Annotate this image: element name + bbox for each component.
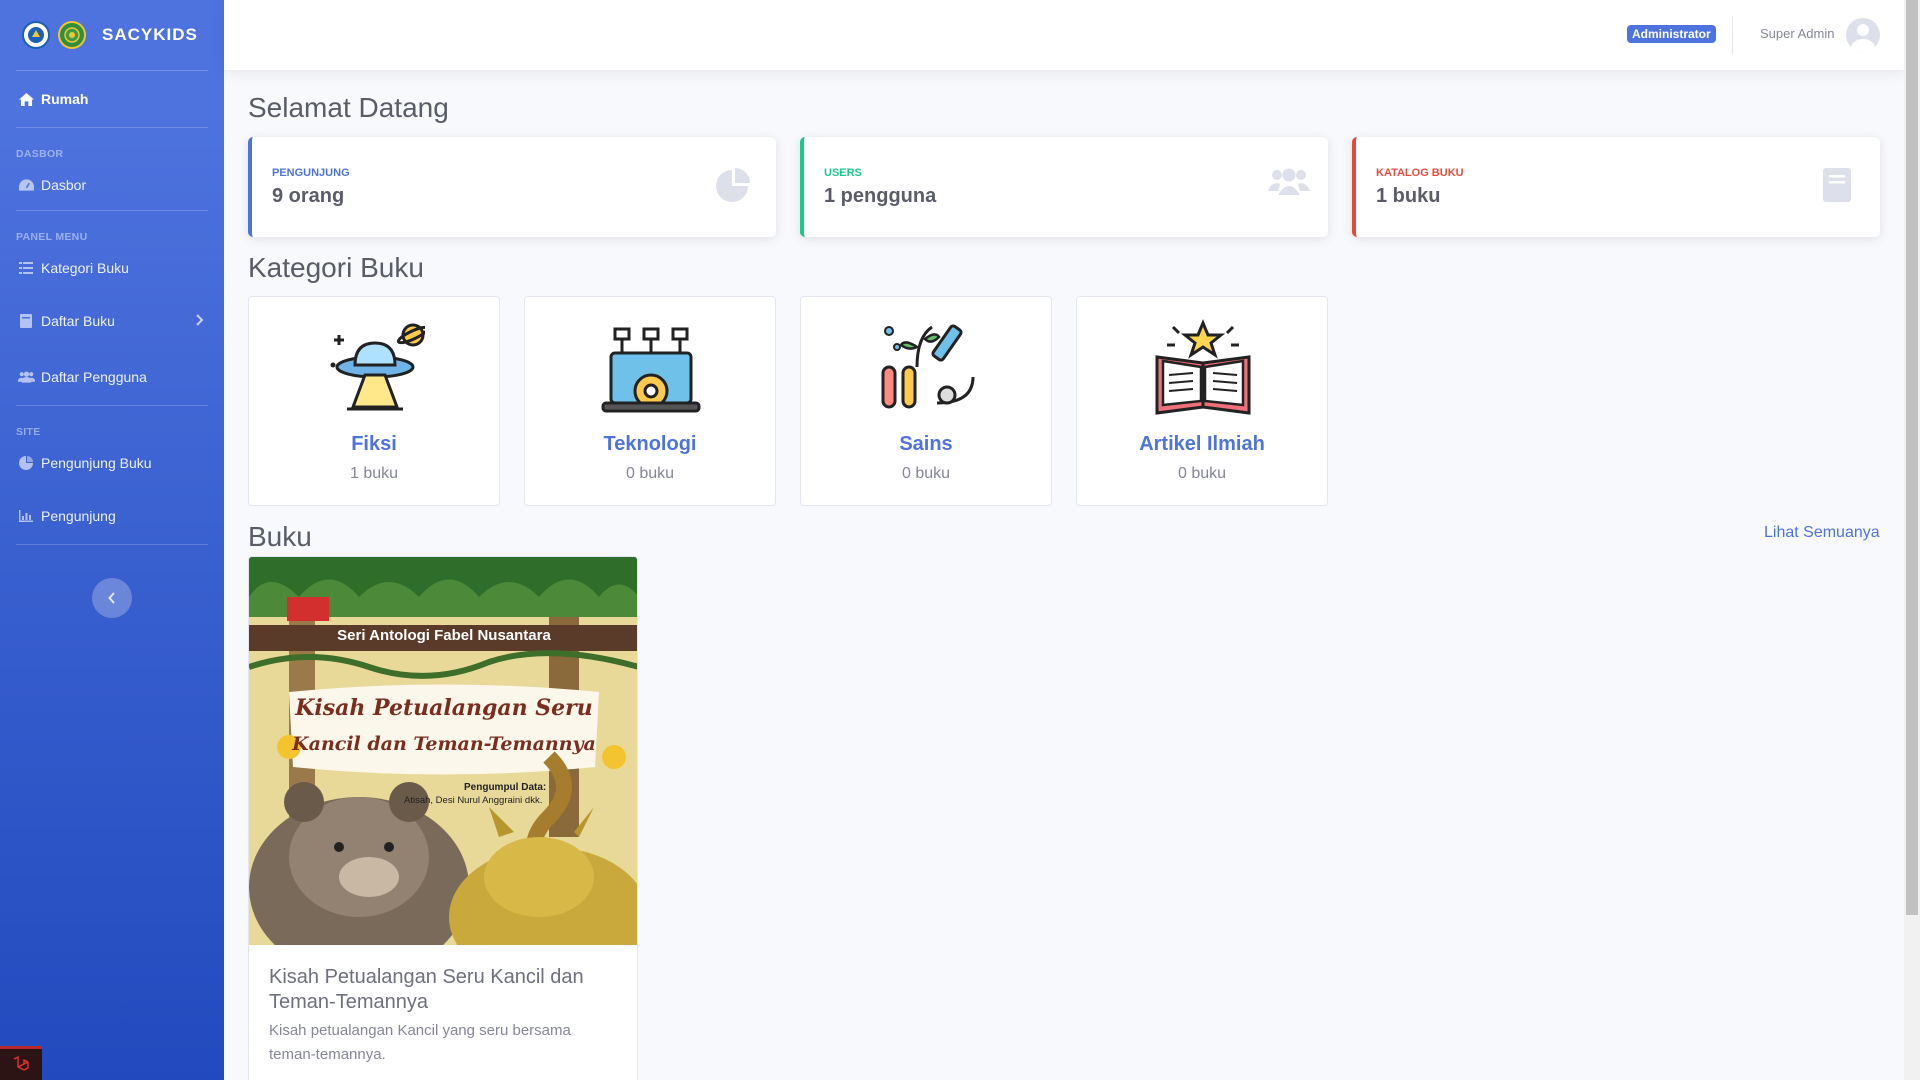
sidebar-item-daftar-buku[interactable]: Daftar Buku: [0, 293, 224, 349]
kemendikbud-logo-icon: [22, 21, 50, 49]
stat-label: PENGUNJUNG: [272, 167, 350, 179]
stat-value: 1 buku: [1376, 185, 1441, 207]
sidebar-divider: [16, 544, 208, 545]
avatar[interactable]: [1846, 18, 1880, 52]
sidebar-item-kategori-buku[interactable]: Kategori Buku: [0, 243, 224, 293]
stat-value: 1 pengguna: [824, 185, 937, 207]
category-count: 0 buku: [625, 465, 675, 482]
sidebar-item-label: Pengunjung: [41, 508, 116, 524]
pie-chart-icon: [716, 167, 756, 207]
stat-value: 9 orang: [272, 185, 345, 207]
cover-title-line1: Kisah Petualangan Seru: [295, 695, 593, 721]
book-description: Kisah petualangan Kancil yang seru bersa…: [269, 1022, 571, 1063]
role-badge: Administrator: [1627, 25, 1716, 43]
sidebar-item-rumah[interactable]: Rumah: [0, 71, 224, 127]
cover-title-line2: Kancil dan Teman-Temannya: [292, 733, 596, 755]
category-name: Artikel Ilmiah: [1139, 433, 1265, 455]
cover-series-text: Seri Antologi Fabel Nusantara: [337, 627, 551, 644]
sidebar-item-label: Daftar Buku: [41, 313, 115, 329]
laptop-gear-icon: [601, 317, 701, 417]
category-name: Teknologi: [603, 433, 697, 455]
pie-chart-icon: [16, 456, 36, 470]
sidebar-item-label: Dasbor: [41, 177, 87, 193]
users-icon: [1268, 167, 1310, 207]
book-cover-image[interactable]: Seri Antologi Fabel Nusantara Kisah Petu…: [249, 557, 637, 945]
laravel-debugbar-button[interactable]: [0, 1046, 42, 1080]
sidebar-item-label: Kategori Buku: [41, 260, 129, 276]
category-card-fiksi[interactable]: Fiksi 1 buku: [248, 296, 500, 506]
institution-logo-icon: [58, 21, 86, 49]
category-name: Sains: [899, 433, 953, 455]
cover-collectors: Atisah, Desi Nurul Anggraini dkk.: [404, 795, 543, 806]
sidebar: SACYKIDS Rumah DASBOR Dasbor PANEL MENU …: [0, 0, 224, 1080]
sidebar-brand[interactable]: SACYKIDS: [0, 0, 224, 70]
brand-name: SACYKIDS: [102, 25, 198, 44]
sidebar-item-label: Pengunjung Buku: [41, 455, 152, 471]
category-name: Fiksi: [351, 433, 397, 455]
users-icon: [16, 371, 36, 383]
topbar: Administrator Super Admin: [224, 0, 1904, 70]
section-title-kategori: Kategori Buku: [248, 252, 424, 283]
stat-card-users: USERS 1 pengguna: [800, 137, 1328, 237]
category-count: 0 buku: [901, 465, 951, 482]
category-count: 0 buku: [1177, 465, 1227, 482]
sidebar-heading-dasbor: DASBOR: [16, 148, 64, 160]
category-card-artikel-ilmiah[interactable]: Artikel Ilmiah 0 buku: [1076, 296, 1328, 506]
stat-label: USERS: [824, 167, 862, 179]
cover-collector-label: Pengumpul Data:: [464, 782, 547, 793]
stat-card-katalog-buku: KATALOG BUKU 1 buku: [1352, 137, 1880, 237]
sidebar-item-pengunjung-buku[interactable]: Pengunjung Buku: [0, 438, 224, 488]
bar-chart-icon: [16, 510, 36, 522]
book-title[interactable]: Kisah Petualangan Seru Kancil dan Teman-…: [269, 965, 619, 1015]
laravel-icon: [13, 1055, 29, 1071]
see-all-link[interactable]: Lihat Semuanya: [1764, 524, 1880, 542]
category-card-sains[interactable]: Sains 0 buku: [800, 296, 1052, 506]
sidebar-heading-site: SITE: [16, 426, 41, 438]
book-icon: [1820, 167, 1860, 207]
book-icon: [16, 314, 36, 328]
stat-label: KATALOG BUKU: [1376, 167, 1464, 179]
section-title-buku: Buku: [248, 521, 312, 552]
page-title: Selamat Datang: [248, 92, 449, 123]
user-name[interactable]: Super Admin: [1760, 26, 1834, 41]
category-count: 1 buku: [349, 465, 399, 482]
chevron-right-icon: [196, 313, 204, 329]
sidebar-item-label: Rumah: [41, 91, 89, 107]
microscope-icon: [877, 317, 977, 417]
sidebar-item-daftar-pengguna[interactable]: Daftar Pengguna: [0, 349, 224, 405]
chevron-left-icon: [108, 592, 115, 604]
book-card[interactable]: Seri Antologi Fabel Nusantara Kisah Petu…: [248, 556, 638, 1080]
sidebar-toggle-button[interactable]: [92, 578, 132, 618]
sidebar-heading-panel-menu: PANEL MENU: [16, 231, 88, 243]
topbar-divider: [1732, 16, 1733, 54]
sidebar-item-pengunjung[interactable]: Pengunjung: [0, 488, 224, 544]
home-icon: [16, 92, 36, 106]
tachometer-icon: [16, 179, 36, 191]
scrollbar-thumb[interactable]: [1906, 0, 1918, 915]
open-book-star-icon: [1153, 317, 1253, 417]
sidebar-item-label: Daftar Pengguna: [41, 369, 147, 385]
ufo-icon: [325, 317, 430, 417]
stat-card-pengunjung: PENGUNJUNG 9 orang: [248, 137, 776, 237]
sidebar-item-dasbor[interactable]: Dasbor: [0, 160, 224, 210]
category-card-teknologi[interactable]: Teknologi 0 buku: [524, 296, 776, 506]
list-icon: [16, 262, 36, 274]
